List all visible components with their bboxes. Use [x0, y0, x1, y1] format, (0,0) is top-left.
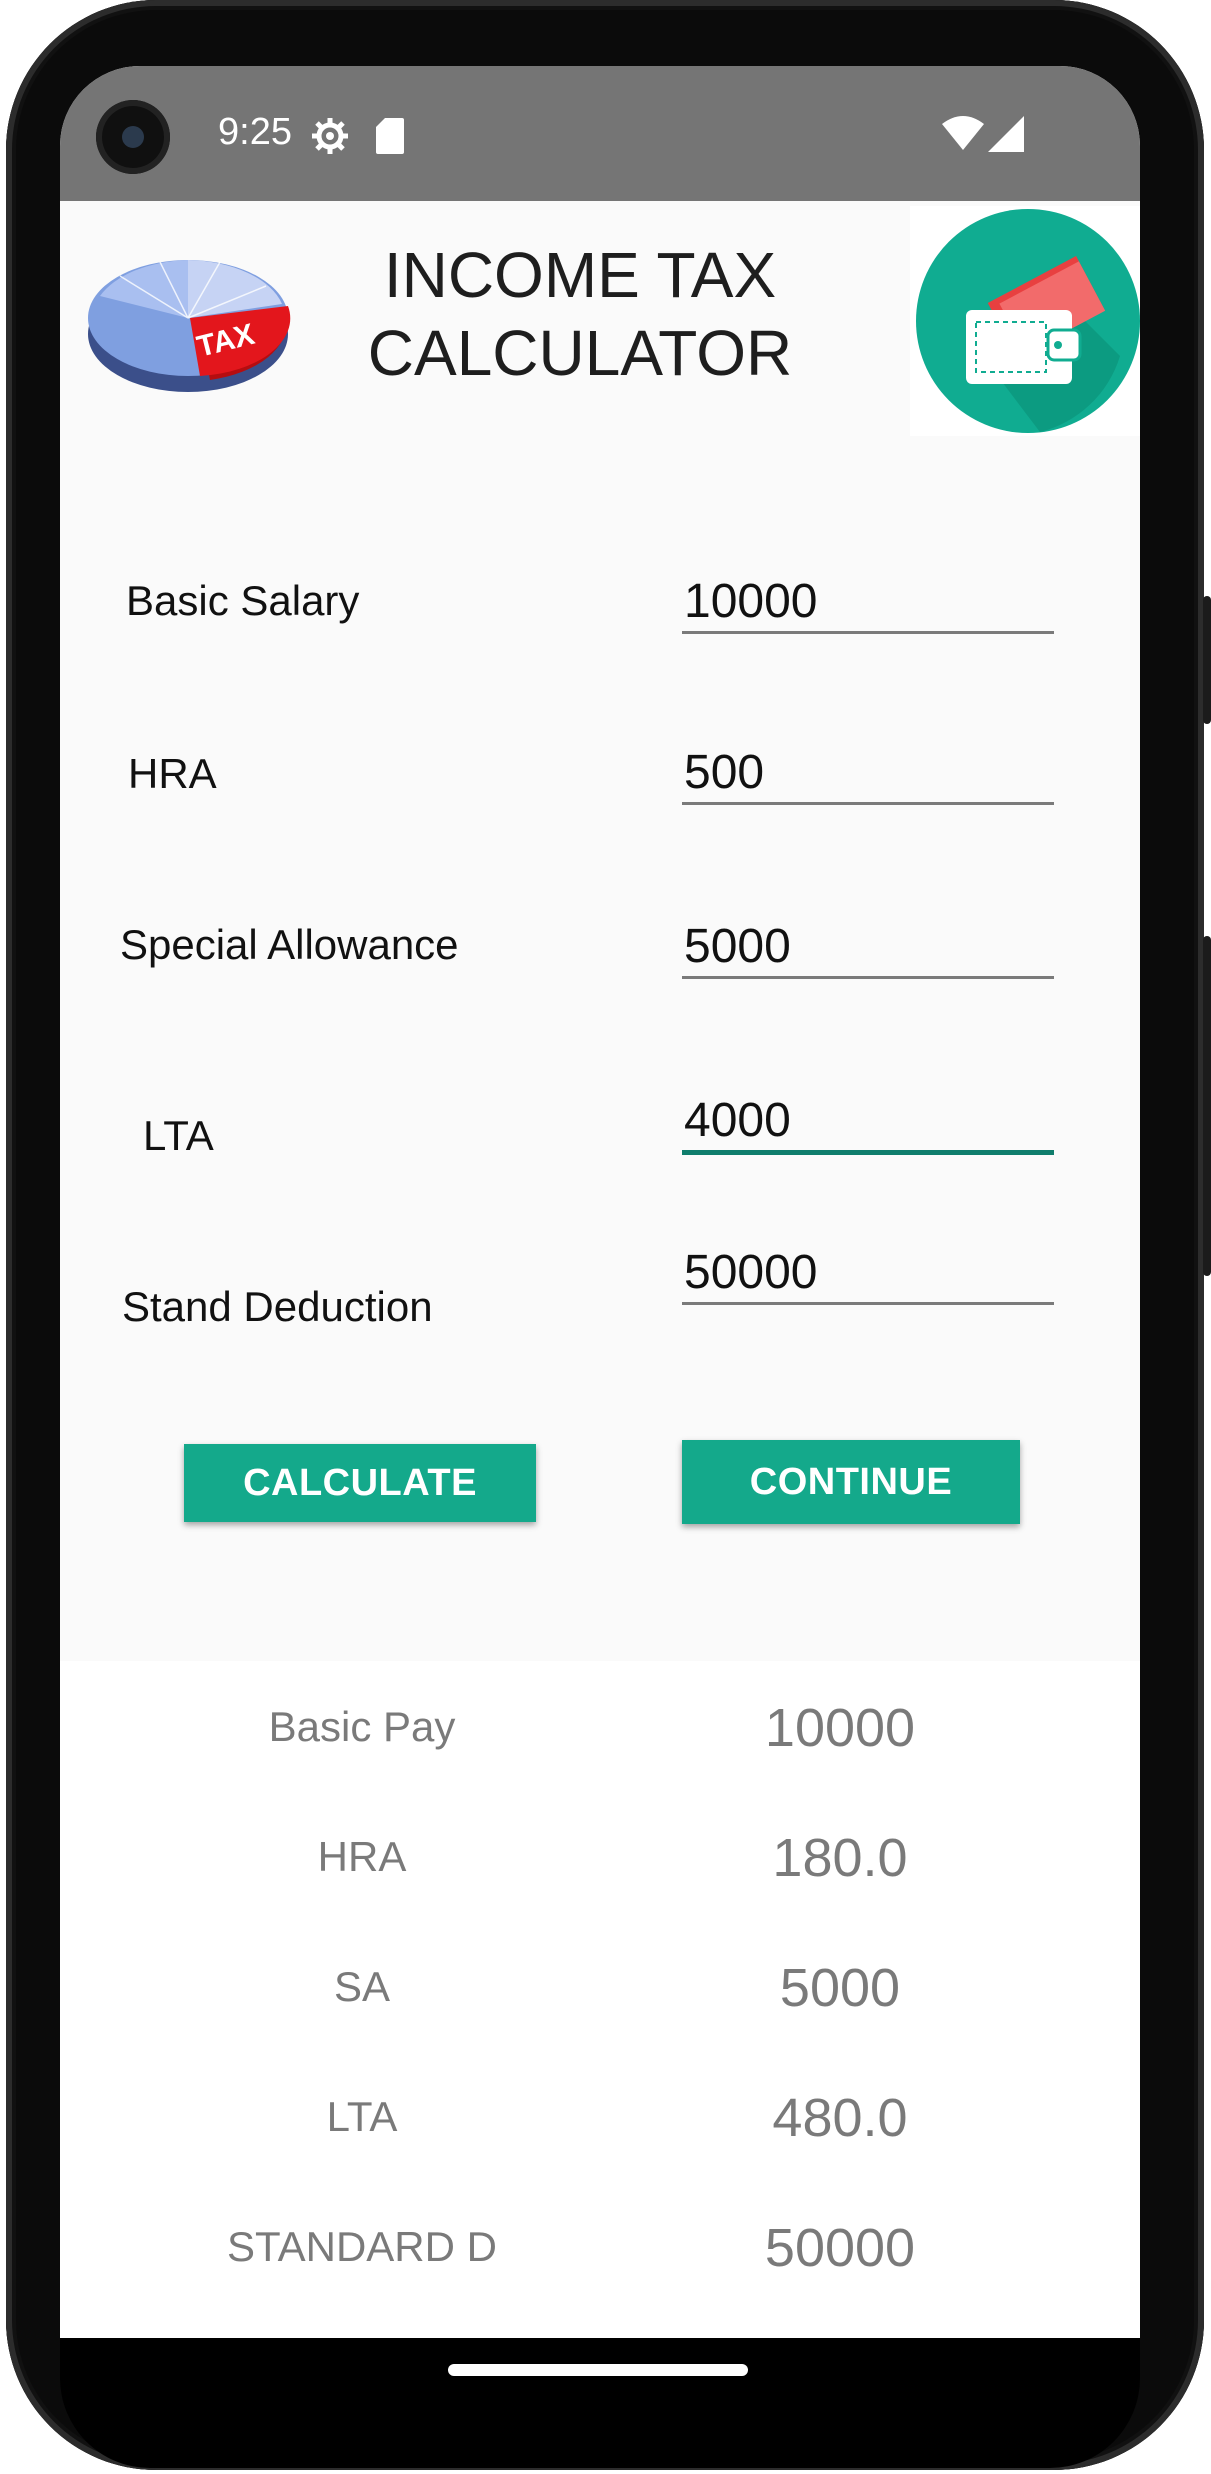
settings-icon [312, 118, 348, 154]
navigation-bar [60, 2338, 1140, 2468]
wifi-icon [942, 116, 984, 150]
hra-label: HRA [128, 750, 217, 797]
result-label-lta: LTA [326, 2093, 398, 2140]
page-title: INCOME TAX CALCULATOR [367, 239, 793, 389]
volume-button [1203, 596, 1211, 724]
special-allowance-label: Special Allowance [120, 921, 459, 968]
continue-button[interactable]: CONTINUE [682, 1440, 1020, 1524]
result-label-standard-d: STANDARD D [227, 2223, 497, 2270]
stand-deduction-input[interactable] [682, 1242, 1054, 1305]
result-value-standard-d: 50000 [764, 2218, 916, 2278]
result-label-hra: HRA [317, 1833, 407, 1880]
result-value-basic-pay: 10000 [764, 1698, 916, 1758]
lta-input[interactable] [682, 1090, 1054, 1155]
stand-deduction-label: Stand Deduction [122, 1283, 433, 1330]
result-value-sa: 5000 [779, 1958, 901, 2018]
power-button [1203, 936, 1211, 1276]
status-bar: 9:25 [60, 66, 1140, 201]
signal-icon [988, 116, 1024, 152]
calculate-button[interactable]: CALCULATE [184, 1444, 536, 1522]
hra-input[interactable] [682, 742, 1054, 805]
basic-salary-input[interactable] [682, 571, 1054, 634]
results-panel: Basic Pay 10000 HRA 180.0 SA 5000 LTA 48… [60, 1661, 1140, 2338]
result-label-basic-pay: Basic Pay [268, 1703, 456, 1750]
result-value-lta: 480.0 [772, 2088, 908, 2148]
result-value-hra: 180.0 [772, 1828, 908, 1888]
result-label-sa: SA [333, 1963, 391, 2010]
basic-salary-label: Basic Salary [126, 577, 360, 624]
tax-pie-logo: TAX [60, 226, 312, 412]
status-time: 9:25 [218, 111, 292, 153]
home-gesture-handle[interactable] [448, 2364, 748, 2376]
lta-label: LTA [143, 1112, 214, 1159]
special-allowance-input[interactable] [682, 916, 1054, 979]
app-screen: 9:25 TAX INCOME TAX CALCULATOR Basic Sal… [60, 66, 1140, 2338]
wallet-logo [910, 206, 1140, 436]
front-camera [96, 100, 170, 174]
sd-card-icon [376, 118, 404, 154]
